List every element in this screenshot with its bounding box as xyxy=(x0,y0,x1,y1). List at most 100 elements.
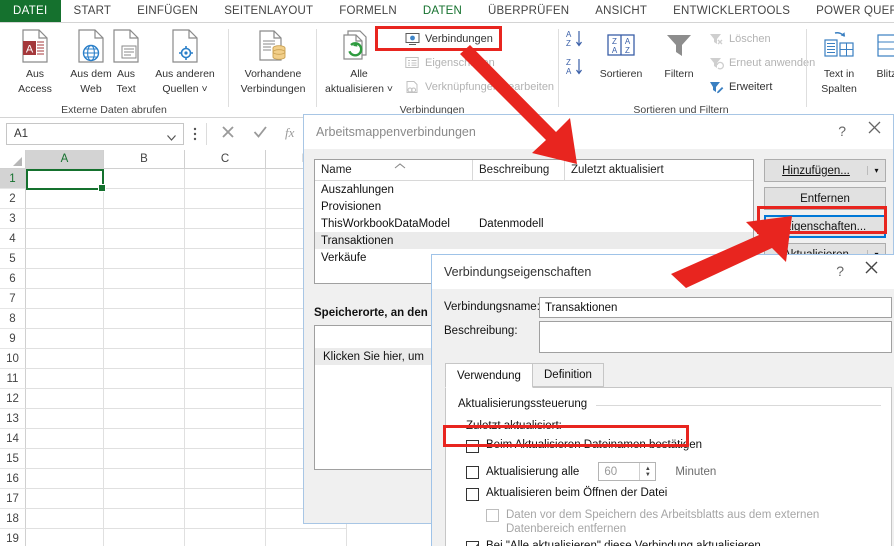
cell-B18[interactable] xyxy=(104,509,185,529)
cell-C3[interactable] xyxy=(185,209,266,229)
cell-C17[interactable] xyxy=(185,489,266,509)
checkbox-confirm-filename-box[interactable] xyxy=(466,440,479,453)
filter-button[interactable]: Filtern xyxy=(654,26,704,81)
column-header-c[interactable]: C xyxy=(185,150,266,169)
cell-A18[interactable] xyxy=(26,509,104,529)
spinner-down-icon[interactable]: ▼ xyxy=(645,472,651,478)
row-header-2[interactable]: 2 xyxy=(0,189,26,209)
add-connection-dropdown-arrow-icon[interactable]: ▾ xyxy=(867,166,885,175)
function-icon[interactable]: fx xyxy=(284,124,298,145)
row-header-15[interactable]: 15 xyxy=(0,449,26,469)
ribbon-tab-einfuegen[interactable]: EINFÜGEN xyxy=(124,0,211,22)
advanced-filter-button[interactable]: Erweitert xyxy=(708,76,772,97)
column-header-b[interactable]: B xyxy=(104,150,185,169)
ribbon-tab-start[interactable]: START xyxy=(61,0,125,22)
cell-A5[interactable] xyxy=(26,249,104,269)
row-header-13[interactable]: 13 xyxy=(0,409,26,429)
checkbox-refresh-on-open-box[interactable] xyxy=(466,488,479,501)
cell-B11[interactable] xyxy=(104,369,185,389)
cell-C4[interactable] xyxy=(185,229,266,249)
sort-descending-button[interactable]: Z A xyxy=(562,54,588,80)
cell-C13[interactable] xyxy=(185,409,266,429)
cell-A3[interactable] xyxy=(26,209,104,229)
formula-bar-dots-icon[interactable] xyxy=(193,126,197,145)
cell-B10[interactable] xyxy=(104,349,185,369)
cell-B9[interactable] xyxy=(104,329,185,349)
enter-icon[interactable] xyxy=(252,124,268,145)
cell-B15[interactable] xyxy=(104,449,185,469)
checkbox-refresh-on-open[interactable]: Aktualisieren beim Öffnen der Datei xyxy=(466,487,866,501)
text-to-columns-button[interactable]: Text in Spalten xyxy=(814,26,864,96)
ribbon-tab-seitenlayout[interactable]: SEITENLAYOUT xyxy=(211,0,326,22)
connection-properties-titlebar[interactable]: Verbindungseigenschaften ? xyxy=(432,255,894,289)
name-box[interactable]: A1 xyxy=(6,123,184,145)
row-header-11[interactable]: 11 xyxy=(0,369,26,389)
ribbon-tab-datei[interactable]: DATEI xyxy=(0,0,61,22)
table-row[interactable]: Provisionen xyxy=(315,198,753,215)
row-header-19[interactable]: 19 xyxy=(0,529,26,546)
cell-A17[interactable] xyxy=(26,489,104,509)
cell-A15[interactable] xyxy=(26,449,104,469)
cell-D19[interactable] xyxy=(266,529,347,546)
cell-C2[interactable] xyxy=(185,189,266,209)
cell-C1[interactable] xyxy=(185,169,266,189)
connections-button[interactable]: Verbindungen xyxy=(404,28,493,49)
ribbon-tab-ueberpruefen[interactable]: ÜBERPRÜFEN xyxy=(475,0,582,22)
cell-B4[interactable] xyxy=(104,229,185,249)
cell-C16[interactable] xyxy=(185,469,266,489)
ribbon-tab-daten[interactable]: DATEN xyxy=(409,0,476,23)
cell-A19[interactable] xyxy=(26,529,104,546)
from-other-sources-button[interactable]: Aus anderen Quellen ˅ xyxy=(146,26,224,96)
sort-button[interactable]: Z A A Z Sortieren xyxy=(590,26,652,81)
workbook-connections-titlebar[interactable]: Arbeitsmappenverbindungen ? xyxy=(304,115,893,149)
cell-A14[interactable] xyxy=(26,429,104,449)
row-header-8[interactable]: 8 xyxy=(0,309,26,329)
close-icon[interactable] xyxy=(868,121,881,139)
checkbox-refresh-every[interactable]: Aktualisierung alle 60 ▲ ▼ Minuten xyxy=(466,462,886,481)
cell-A4[interactable] xyxy=(26,229,104,249)
add-connection-button[interactable]: Hinzufügen... ▾ xyxy=(764,159,886,182)
select-all-corner[interactable] xyxy=(0,150,26,169)
tab-definition[interactable]: Definition xyxy=(532,363,604,387)
active-cell-a1[interactable] xyxy=(26,169,106,192)
cell-B17[interactable] xyxy=(104,489,185,509)
cell-C9[interactable] xyxy=(185,329,266,349)
ribbon-tab-ansicht[interactable]: ANSICHT xyxy=(582,0,660,22)
cell-B2[interactable] xyxy=(104,189,185,209)
cell-B8[interactable] xyxy=(104,309,185,329)
cell-B14[interactable] xyxy=(104,429,185,449)
row-header-9[interactable]: 9 xyxy=(0,329,26,349)
cell-B19[interactable] xyxy=(104,529,185,546)
tab-verwendung[interactable]: Verwendung xyxy=(445,363,533,388)
cell-C5[interactable] xyxy=(185,249,266,269)
cell-C6[interactable] xyxy=(185,269,266,289)
row-header-4[interactable]: 4 xyxy=(0,229,26,249)
table-row[interactable]: ThisWorkbookDataModel Datenmodell xyxy=(315,215,753,232)
row-header-3[interactable]: 3 xyxy=(0,209,26,229)
ribbon-tab-entwicklertools[interactable]: ENTWICKLERTOOLS xyxy=(660,0,803,22)
cell-C14[interactable] xyxy=(185,429,266,449)
refresh-interval-spinner[interactable]: 60 ▲ ▼ xyxy=(598,462,657,481)
cancel-icon[interactable] xyxy=(220,124,236,145)
help-icon[interactable]: ? xyxy=(838,123,846,139)
cell-C18[interactable] xyxy=(185,509,266,529)
ribbon-tab-formeln[interactable]: FORMELN xyxy=(326,0,410,22)
row-header-1[interactable]: 1 xyxy=(0,169,26,189)
cell-A11[interactable] xyxy=(26,369,104,389)
cell-A8[interactable] xyxy=(26,309,104,329)
ribbon-tab-power-query[interactable]: POWER QUERY xyxy=(803,0,894,22)
cell-C7[interactable] xyxy=(185,289,266,309)
cell-B12[interactable] xyxy=(104,389,185,409)
checkbox-confirm-filename[interactable]: Beim Aktualisieren Dateinamen bestätigen xyxy=(466,439,866,453)
sort-ascending-button[interactable]: A Z xyxy=(562,26,588,52)
table-row[interactable]: Auszahlungen xyxy=(315,181,753,198)
connection-name-input[interactable]: Transaktionen xyxy=(539,297,892,318)
checkbox-refresh-with-refresh-all[interactable]: Bei "Alle aktualisieren" diese Verbindun… xyxy=(466,540,876,546)
description-input[interactable] xyxy=(539,321,892,353)
column-header-a[interactable]: A xyxy=(26,150,104,169)
cell-B7[interactable] xyxy=(104,289,185,309)
cell-B3[interactable] xyxy=(104,209,185,229)
cell-B5[interactable] xyxy=(104,249,185,269)
row-header-10[interactable]: 10 xyxy=(0,349,26,369)
row-header-7[interactable]: 7 xyxy=(0,289,26,309)
